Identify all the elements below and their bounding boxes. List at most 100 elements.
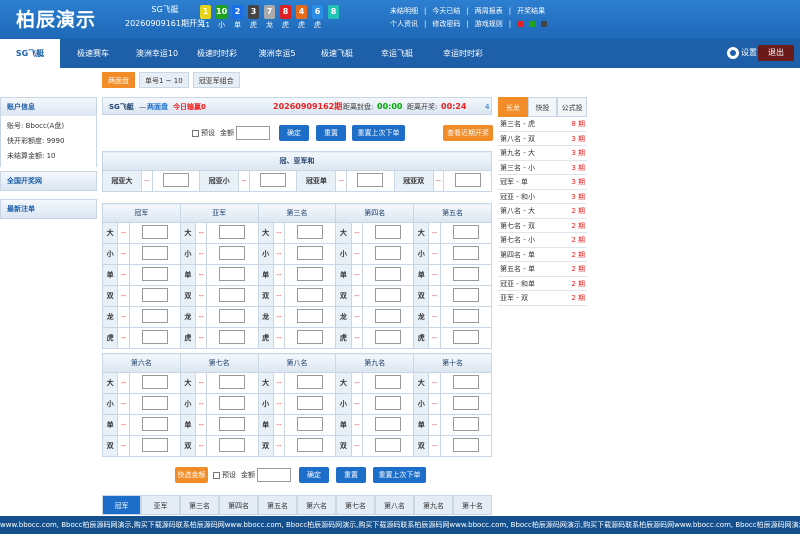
amount-input[interactable] <box>236 125 270 141</box>
theme-swatch[interactable] <box>541 21 548 27</box>
bet-amount-input[interactable] <box>219 225 246 239</box>
reset-button[interactable]: 重置 <box>316 125 346 141</box>
bet-amount-input[interactable] <box>219 309 246 323</box>
rank-tab[interactable]: 第三名 <box>180 495 219 515</box>
preset-checkbox-bottom[interactable]: 预设 <box>213 467 236 483</box>
settings-button[interactable]: 设置 <box>727 45 757 61</box>
bet-amount-input[interactable] <box>219 375 246 389</box>
bet-amount-input[interactable] <box>219 288 246 302</box>
bet-amount-input[interactable] <box>452 288 479 302</box>
bet-amount-input[interactable] <box>141 246 168 260</box>
right-tab[interactable]: 公式投 <box>557 97 588 117</box>
nav-tab[interactable]: 澳洲幸运5 <box>248 39 306 68</box>
bet-amount-input[interactable] <box>375 225 402 239</box>
bet-amount-input[interactable] <box>454 173 481 187</box>
bet-amount-input[interactable] <box>297 417 324 431</box>
bet-amount-input[interactable] <box>452 225 479 239</box>
bet-amount-input[interactable] <box>297 225 324 239</box>
bet-amount-input[interactable] <box>452 375 479 389</box>
bet-amount-input[interactable] <box>141 330 168 344</box>
bet-amount-input[interactable] <box>375 246 402 260</box>
header-link[interactable]: 游戏规则 <box>475 20 503 28</box>
bet-amount-input[interactable] <box>141 225 168 239</box>
bet-amount-input[interactable] <box>297 375 324 389</box>
bet-amount-input[interactable] <box>297 330 324 344</box>
rank-tab[interactable]: 第六名 <box>297 495 336 515</box>
rank-tab[interactable]: 第五名 <box>258 495 297 515</box>
repeat-last-button-bottom[interactable]: 重置上次下单 <box>373 467 426 483</box>
bet-amount-input[interactable] <box>375 438 402 452</box>
rank-tab[interactable]: 第四名 <box>219 495 258 515</box>
bet-amount-input[interactable] <box>297 246 324 260</box>
header-link[interactable]: 修改密码 <box>432 20 460 28</box>
right-tab[interactable]: 长龙 <box>498 97 528 117</box>
bet-amount-input[interactable] <box>375 330 402 344</box>
repeat-last-button[interactable]: 重置上次下单 <box>352 125 405 141</box>
bet-amount-input[interactable] <box>219 396 246 410</box>
bet-amount-input[interactable] <box>141 438 168 452</box>
bet-amount-input[interactable] <box>375 375 402 389</box>
bet-amount-input[interactable] <box>375 288 402 302</box>
bet-amount-input[interactable] <box>375 309 402 323</box>
preset-checkbox[interactable]: 预设 <box>192 125 215 141</box>
bet-amount-input[interactable] <box>452 309 479 323</box>
play-subtab[interactable]: 两面盘 <box>102 72 135 88</box>
latest-bets-link[interactable]: 最新注单 <box>0 199 97 219</box>
bet-amount-input[interactable] <box>219 267 246 281</box>
confirm-button-bottom[interactable]: 确定 <box>299 467 329 483</box>
nav-tab[interactable]: 极速时时彩 <box>188 39 246 68</box>
national-draw-link[interactable]: 全国开奖网 <box>0 171 97 191</box>
rank-tab[interactable]: 冠军 <box>102 495 141 515</box>
bet-amount-input[interactable] <box>141 309 168 323</box>
bet-amount-input[interactable] <box>452 417 479 431</box>
bet-amount-input[interactable] <box>357 173 384 187</box>
bet-amount-input[interactable] <box>260 173 287 187</box>
bet-amount-input[interactable] <box>141 396 168 410</box>
bet-amount-input[interactable] <box>452 330 479 344</box>
header-link[interactable]: 未结明细 <box>390 7 418 15</box>
nav-tab[interactable]: 幸运飞艇 <box>368 39 426 68</box>
play-subtab[interactable]: 冠亚军组合 <box>192 72 240 88</box>
theme-swatch[interactable] <box>517 21 524 27</box>
bet-amount-input[interactable] <box>219 246 246 260</box>
play-subtab[interactable]: 单号1 ~ 10 <box>139 72 189 88</box>
bet-amount-input[interactable] <box>375 396 402 410</box>
bet-amount-input[interactable] <box>297 288 324 302</box>
bet-amount-input[interactable] <box>141 375 168 389</box>
bet-amount-input[interactable] <box>219 438 246 452</box>
bet-amount-input[interactable] <box>141 267 168 281</box>
bet-amount-input[interactable] <box>452 396 479 410</box>
rank-tab[interactable]: 第十名 <box>453 495 492 515</box>
header-link[interactable]: 开奖结果 <box>517 7 545 15</box>
nav-tab[interactable]: SG飞艇 <box>0 39 60 68</box>
theme-swatch[interactable] <box>529 21 536 27</box>
bet-amount-input[interactable] <box>452 246 479 260</box>
bet-amount-input[interactable] <box>297 267 324 281</box>
amount-input-bottom[interactable] <box>257 467 291 483</box>
bet-amount-input[interactable] <box>219 417 246 431</box>
bet-amount-input[interactable] <box>375 267 402 281</box>
header-link[interactable]: 两周报表 <box>475 7 503 15</box>
quick-amount-button[interactable]: 快选金额 <box>175 467 208 483</box>
rank-tab[interactable]: 第九名 <box>414 495 453 515</box>
exit-button[interactable]: 退出 <box>758 45 794 61</box>
bet-amount-input[interactable] <box>162 173 189 187</box>
bet-amount-input[interactable] <box>297 438 324 452</box>
rank-tab[interactable]: 亚军 <box>141 495 180 515</box>
header-link[interactable]: 今天已结 <box>432 7 460 15</box>
bet-amount-input[interactable] <box>452 438 479 452</box>
recent-results-button[interactable]: 查看近期开奖 <box>443 125 493 141</box>
confirm-button[interactable]: 确定 <box>279 125 309 141</box>
bet-amount-input[interactable] <box>141 288 168 302</box>
nav-tab[interactable]: 澳洲幸运10 <box>128 39 186 68</box>
rank-tab[interactable]: 第七名 <box>336 495 375 515</box>
nav-tab[interactable]: 幸运时时彩 <box>434 39 492 68</box>
bet-amount-input[interactable] <box>375 417 402 431</box>
bet-amount-input[interactable] <box>452 267 479 281</box>
nav-tab[interactable]: 极速飞艇 <box>308 39 366 68</box>
bet-amount-input[interactable] <box>297 396 324 410</box>
rank-tab[interactable]: 第八名 <box>375 495 414 515</box>
bet-amount-input[interactable] <box>219 330 246 344</box>
right-tab[interactable]: 快投 <box>527 97 558 117</box>
nav-tab[interactable]: 极速赛车 <box>64 39 122 68</box>
